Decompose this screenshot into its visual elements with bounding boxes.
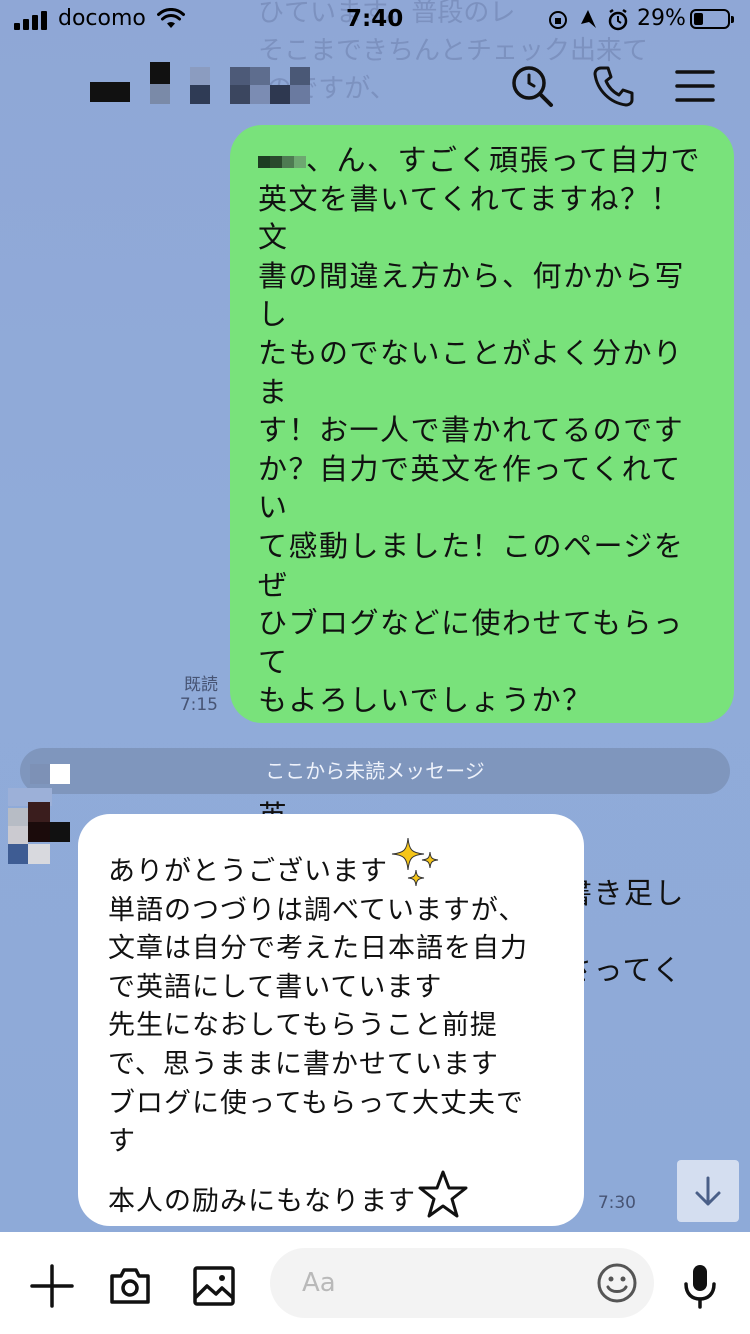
arrow-down-icon bbox=[695, 1176, 721, 1206]
carrier-name: docomo bbox=[58, 6, 146, 31]
wifi-icon bbox=[157, 8, 185, 28]
received-time: 7:30 bbox=[597, 1193, 636, 1213]
received-line: ブログに使ってもらって大丈夫で bbox=[108, 1087, 524, 1119]
phone-icon[interactable] bbox=[592, 64, 636, 108]
star-emoji-icon bbox=[418, 1170, 468, 1218]
plus-icon[interactable] bbox=[28, 1262, 76, 1310]
status-time: 7:40 bbox=[346, 6, 404, 32]
signal-icon bbox=[14, 10, 50, 30]
received-line: す bbox=[108, 1126, 136, 1158]
sent-time: 7:15 bbox=[179, 695, 218, 715]
camera-icon[interactable] bbox=[106, 1262, 154, 1310]
contact-name-mosaic[interactable] bbox=[90, 62, 330, 104]
menu-icon[interactable] bbox=[673, 64, 717, 108]
scroll-to-bottom-button[interactable] bbox=[677, 1160, 739, 1222]
received-line: 先生になおしてもらうこと前提 bbox=[108, 1010, 498, 1042]
search-icon[interactable] bbox=[510, 64, 554, 108]
chat-header bbox=[0, 40, 750, 130]
battery-icon bbox=[690, 9, 734, 29]
message-input-placeholder: Aa bbox=[302, 1268, 336, 1298]
sparkles-emoji-icon bbox=[391, 837, 439, 887]
status-bar: docomo 7:40 29% bbox=[0, 0, 750, 40]
redacted-name-mosaic bbox=[258, 150, 306, 174]
received-line: 単語のつづりは調べていますが、 bbox=[108, 894, 527, 926]
image-icon[interactable] bbox=[190, 1262, 238, 1310]
avatar[interactable] bbox=[8, 764, 88, 868]
received-line: で、思うままに書かせています bbox=[108, 1048, 499, 1080]
received-line: で英語にして書いています bbox=[108, 971, 443, 1003]
emoji-icon[interactable] bbox=[596, 1262, 638, 1304]
received-line: ありがとうございます bbox=[108, 837, 564, 892]
sent-message-bubble[interactable]: 、ん、すごく頑張って自力で 英文を書いてくれてますね？！文 書の間違え方から、何… bbox=[230, 125, 734, 1066]
microphone-icon[interactable] bbox=[676, 1262, 724, 1310]
received-message-bubble[interactable]: ありがとうございます 単語のつづりは調べていますが、 文章は自分で考えた日本語を… bbox=[78, 814, 584, 1226]
status-indicators-icon bbox=[549, 8, 628, 31]
battery-percent: 29% bbox=[637, 6, 686, 31]
received-line: 文章は自分で考えた日本語を自力 bbox=[108, 933, 528, 965]
unread-divider: ここから未読メッセージ bbox=[20, 748, 730, 794]
received-line: 本人の励みにもなります bbox=[108, 1170, 564, 1222]
read-receipt: 既読 bbox=[184, 675, 218, 695]
